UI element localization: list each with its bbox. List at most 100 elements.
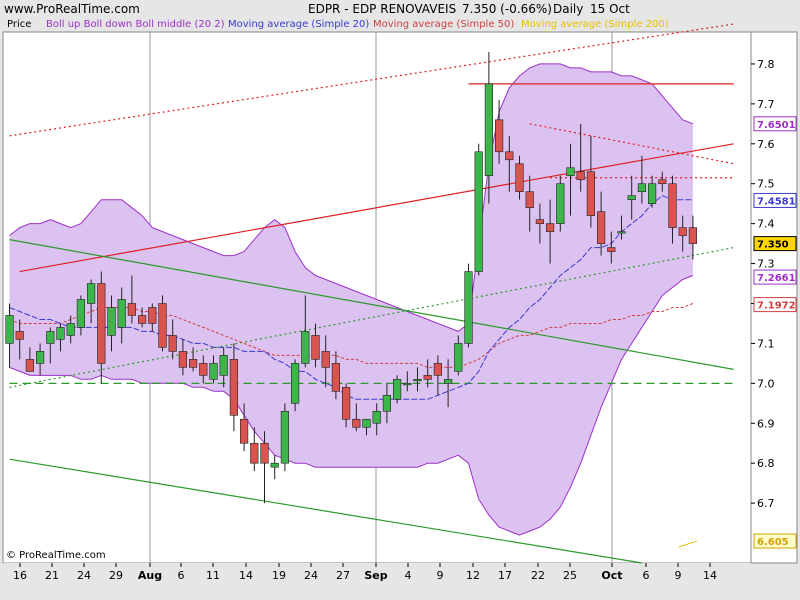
y-tick-label: 7.0 xyxy=(757,377,775,390)
candle-body-down xyxy=(189,359,198,368)
legend-ma200: Moving average (Simple 200) xyxy=(521,19,669,30)
copyright-text: © ProRealTime.com xyxy=(6,550,106,561)
candle-body-down xyxy=(596,211,606,244)
candle-body-up xyxy=(454,343,463,372)
candle-body-down xyxy=(668,183,677,228)
x-tick-label: 19 xyxy=(272,569,286,582)
candle-body-up xyxy=(56,327,65,340)
candle-body-up xyxy=(117,299,126,328)
candle-body-up xyxy=(372,410,381,424)
price-chart[interactable]: 6.76.86.97.07.17.27.37.47.57.67.77.8 162… xyxy=(0,0,800,600)
candle-body-down xyxy=(321,351,330,368)
candle-body-down xyxy=(15,331,24,340)
candle-body-down xyxy=(250,442,259,464)
candle-body-down xyxy=(240,418,249,444)
price-badge-label: 6.605 xyxy=(757,537,789,548)
x-tick-label: Sep xyxy=(364,569,387,582)
x-tick-label: 11 xyxy=(206,569,220,582)
x-tick-label: 12 xyxy=(466,569,480,582)
candle[interactable] xyxy=(464,263,473,348)
candle-body-down xyxy=(25,359,35,372)
candle-body-down xyxy=(658,179,667,185)
price-badge-label: 7.1972 xyxy=(757,301,796,312)
x-tick-label: 4 xyxy=(405,569,412,582)
candle-body-down xyxy=(352,418,361,428)
x-tick-label: 21 xyxy=(45,569,59,582)
candle-body-down xyxy=(678,227,687,236)
x-tick-label: 24 xyxy=(304,569,318,582)
price-badge: 7.1972 xyxy=(753,297,797,313)
candle-body-down xyxy=(341,387,351,420)
y-tick-label: 6.8 xyxy=(757,457,775,470)
candle-body-up xyxy=(403,383,412,386)
candle-body-up xyxy=(484,83,494,177)
candle-body-up xyxy=(290,363,300,404)
candle-body-up xyxy=(301,331,310,364)
price-quote: 7.350 (-0.66%) xyxy=(462,2,552,16)
candle-body-down xyxy=(423,375,432,380)
price-badge-label: 7.350 xyxy=(757,240,789,251)
candle-body-down xyxy=(311,335,320,360)
candle-body-down xyxy=(586,171,595,216)
price-badge-label: 7.6501 xyxy=(757,120,796,131)
price-badge: 6.605 xyxy=(753,533,797,549)
candle-body-up xyxy=(627,195,636,200)
x-tick-label: 17 xyxy=(498,569,512,582)
x-tick-label: Oct xyxy=(601,569,622,582)
candle-body-down xyxy=(138,315,147,324)
chart-period: Daily xyxy=(553,2,583,16)
x-tick-label: 25 xyxy=(563,569,577,582)
candle-body-up xyxy=(209,363,218,380)
candle[interactable] xyxy=(556,175,565,232)
candle-body-down xyxy=(127,303,137,316)
candle-body-up xyxy=(107,307,116,336)
candle-body-down xyxy=(525,191,534,208)
candle-body-down xyxy=(260,442,269,464)
candle-body-down xyxy=(607,247,616,252)
candle-body-up xyxy=(87,283,96,304)
candle[interactable] xyxy=(474,143,483,276)
candle-body-up xyxy=(464,271,473,344)
x-tick-label: 22 xyxy=(531,569,545,582)
candle-body-down xyxy=(515,163,524,192)
price-badge: 7.6501 xyxy=(753,116,797,132)
price-badge: 7.2661 xyxy=(753,269,797,285)
legend-price: Price xyxy=(7,19,31,30)
candle-body-up xyxy=(280,410,290,464)
price-badge-label: 7.4581 xyxy=(757,196,796,207)
x-tick-label: 29 xyxy=(109,569,123,582)
candle-body-up xyxy=(5,315,14,344)
candle-body-down xyxy=(148,307,157,324)
y-tick-label: 7.6 xyxy=(757,138,775,151)
x-tick-label: 6 xyxy=(643,569,650,582)
candle-body-up xyxy=(617,231,626,234)
candle-body-down xyxy=(178,351,188,368)
candle-body-down xyxy=(229,359,239,416)
legend-ma50: Moving average (Simple 50) xyxy=(373,19,514,30)
chart-date: 15 Oct xyxy=(590,2,630,16)
candle-body-down xyxy=(535,219,544,224)
y-tick-label: 7.3 xyxy=(757,258,775,271)
price-badge: 7.350 xyxy=(753,236,797,252)
candle[interactable] xyxy=(158,295,167,352)
legend-ma20: Moving average (Simple 20) xyxy=(228,19,369,30)
candle-body-up xyxy=(362,418,371,428)
candle-body-up xyxy=(443,379,453,384)
site-name[interactable]: www.ProRealTime.com xyxy=(4,2,140,16)
x-tick-label: Aug xyxy=(138,569,162,582)
candle[interactable] xyxy=(280,403,290,472)
candle-body-up xyxy=(382,395,392,412)
y-tick-label: 7.7 xyxy=(757,98,775,111)
price-badge: 7.4581 xyxy=(753,192,797,208)
candle-body-down xyxy=(331,363,341,392)
y-tick-label: 7.5 xyxy=(757,178,775,191)
x-tick-label: 6 xyxy=(178,569,185,582)
candle-body-down xyxy=(97,283,106,364)
y-tick-label: 6.9 xyxy=(757,417,775,430)
candle-body-down xyxy=(505,151,514,161)
x-tick-label: 24 xyxy=(77,569,91,582)
candle-body-down xyxy=(688,227,697,244)
x-tick-label: 16 xyxy=(13,569,27,582)
candle[interactable] xyxy=(392,375,402,404)
candle[interactable] xyxy=(290,359,300,412)
